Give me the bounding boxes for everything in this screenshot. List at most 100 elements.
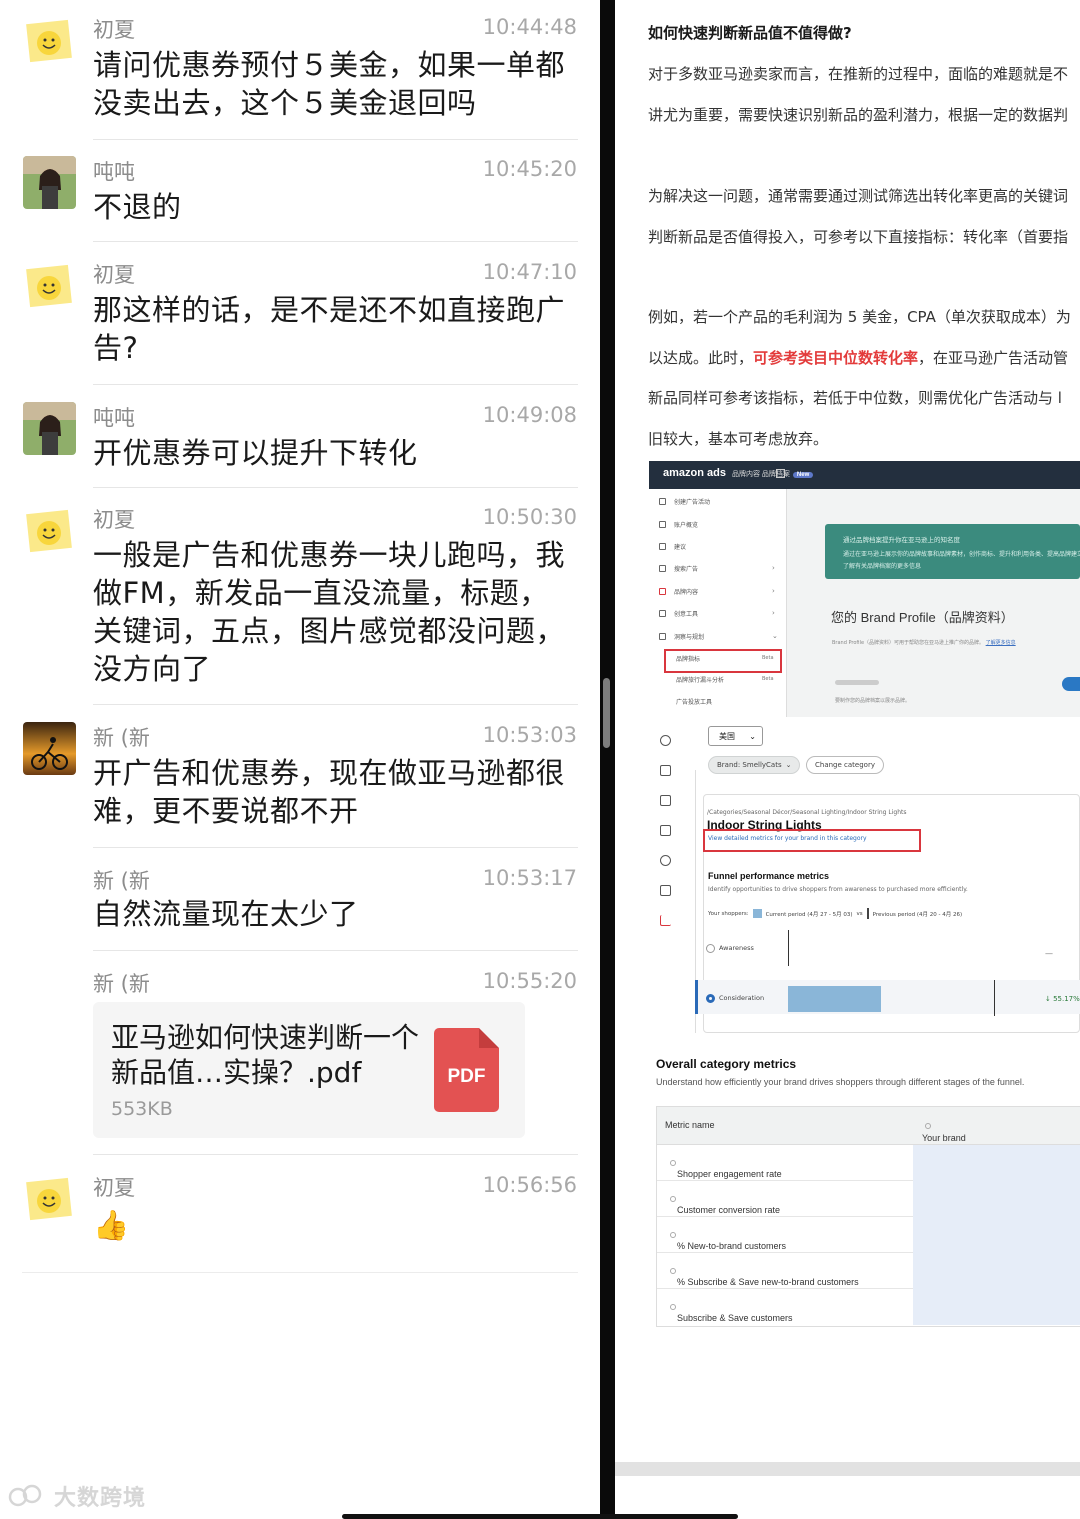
info-icon: [925, 1122, 931, 1129]
watermark-text: 大数跨境: [54, 1486, 147, 1511]
avatar-xin[interactable]: [23, 722, 76, 775]
icon-rail: [649, 718, 683, 1033]
sticky-note-smiley-icon: [23, 1172, 76, 1225]
avatar-chuxia[interactable]: [23, 14, 76, 67]
chat-message[interactable]: 吨吨 10:45:20 不退的: [0, 142, 600, 242]
message-text[interactable]: 自然流量现在太少了: [93, 895, 578, 933]
highlight-box: [664, 649, 782, 673]
overall-metrics-title: Overall category metrics: [656, 1057, 797, 1071]
grid-icon: [660, 795, 671, 806]
sender-name: 初夏: [93, 263, 135, 287]
split-view-handle[interactable]: [603, 678, 610, 748]
sticky-note-smiley-icon: [23, 504, 76, 557]
divider: [93, 847, 578, 848]
avatar-dundun[interactable]: [23, 156, 76, 209]
avatar-dundun[interactable]: [23, 402, 76, 455]
table-row: Customer conversion rate: [657, 1181, 1080, 1217]
chat-message[interactable]: 初夏 10:56:56 👍: [0, 1158, 600, 1268]
amazon-ads-topbar: amazon ads 品牌内容 品牌档案 New: [649, 461, 1080, 489]
avatar-chuxia[interactable]: [23, 259, 76, 312]
message-time: 10:47:10: [482, 260, 577, 284]
thumbs-up-emoji[interactable]: 👍: [93, 1206, 578, 1244]
sender-name: 初夏: [93, 508, 135, 532]
brand-pill: Brand: SmellyCats ⌄: [708, 756, 801, 774]
divider: [93, 1154, 578, 1155]
sticky-note-smiley-icon: [23, 259, 76, 312]
nav-item: 广告投放工具: [676, 698, 713, 706]
card-icon: [660, 825, 671, 836]
nav-item: 账户概览: [659, 518, 698, 530]
info-icon: [670, 1159, 676, 1166]
amazon-ads-sidebar: 创建广告活动 账户概览 建议 搜索广告 › 品牌内容 › 创意工具 › 洞察与规划 ⌄ …: [649, 489, 787, 717]
divider: [22, 1272, 578, 1273]
brand-profile-title: 您的 Brand Profile（品牌资料）: [831, 610, 1014, 625]
split-view-divider[interactable]: [600, 0, 615, 1519]
nav-item: 创意工具 ›: [659, 607, 775, 619]
nav-item: 建议: [659, 540, 686, 552]
sticky-note-smiley-icon: [23, 14, 76, 67]
chart-icon: [660, 915, 671, 926]
pdf-icon: PDF: [434, 1028, 499, 1112]
chat-message[interactable]: 初夏 10:44:48 请问优惠券预付５美金，如果一单都没卖出去，这个５美金退回…: [0, 0, 600, 140]
doc-line: 对于多数亚马逊卖家而言，在推新的过程中，面临的难题就是不: [648, 65, 1069, 83]
nav-item: 品牌内容 ›: [659, 585, 775, 597]
watermark-logo-icon: [8, 1484, 42, 1507]
message-time: 10:49:08: [482, 403, 577, 427]
briefcase-icon: [660, 765, 671, 776]
table-row: Shopper engagement rate: [657, 1145, 1080, 1181]
consideration-change: ↓ 55.17%: [1045, 995, 1080, 1003]
doc-text: 以达成。此时，: [648, 349, 754, 367]
home-indicator[interactable]: [342, 1514, 738, 1519]
chat-message[interactable]: 初夏 10:50:30 一般是广告和优惠券一块儿跑吗，我做FM，新发品一直没流量…: [0, 490, 600, 705]
brand-profile-banner: 通过品牌档案提升你在亚马逊上的知名度 通过在亚马逊上展示你的品牌故事和品牌素材，…: [825, 524, 1080, 579]
avatar-chuxia[interactable]: [23, 504, 76, 557]
home-icon: [776, 469, 785, 478]
new-badge: New: [792, 472, 814, 478]
divider: [93, 950, 578, 951]
col-your-brand: Your brand: [922, 1120, 966, 1143]
chat-message[interactable]: 吨吨 10:49:08 开优惠券可以提升下转化: [0, 388, 600, 488]
chat-message[interactable]: 新 (新 10:55:20 亚马逊如何快速判断一个新品值…实操？.pdf 553…: [0, 954, 600, 1154]
message-time: 10:53:03: [482, 723, 577, 747]
shield-icon: [660, 855, 671, 866]
message-text[interactable]: 那这样的话，是不是还不如直接跑广告?: [93, 291, 578, 367]
message-text[interactable]: 不退的: [93, 188, 578, 226]
cyclist-sunset-icon: [23, 722, 76, 775]
funnel-subtitle: Identify opportunities to drive shoppers…: [708, 886, 968, 893]
file-size: 553KB: [111, 1098, 173, 1120]
info-icon: [670, 1303, 676, 1310]
table-header: Metric name Your brand: [657, 1107, 1080, 1145]
message-text[interactable]: 开广告和优惠券，现在做亚马逊都很难，更不要说都不开: [93, 754, 578, 830]
category-funnel-screenshot: 美国 ⌄ Brand: SmellyCats ⌄ Change category /…: [649, 718, 1080, 1033]
message-time: 10:44:48: [482, 15, 577, 39]
brand-profile-subtitle: Brand Profile（品牌资料）可用于帮助您在亚马逊上推广你的品牌。 了解…: [832, 640, 1016, 646]
message-text[interactable]: 请问优惠券预付５美金，如果一单都没卖出去，这个５美金退回吗: [93, 46, 578, 122]
amazon-ads-logo: amazon ads 品牌内容 品牌档案 New: [663, 467, 814, 479]
overall-metrics-subtitle: Understand how efficiently your brand dr…: [656, 1077, 1025, 1087]
change-category-pill: Change category: [806, 756, 884, 774]
message-text[interactable]: 一般是广告和优惠券一块儿跑吗，我做FM，新发品一直没流量，标题，关键词，五点，图…: [93, 536, 578, 688]
message-time: 10:53:17: [482, 866, 577, 890]
pdf-file-card[interactable]: 亚马逊如何快速判断一个新品值…实操？.pdf 553KB PDF: [93, 1002, 525, 1138]
sender-name: 初夏: [93, 18, 135, 42]
table-row: % New-to-brand customers: [657, 1217, 1080, 1253]
girl-photo-icon: [23, 402, 76, 455]
file-name: 亚马逊如何快速判断一个新品值…实操？.pdf: [111, 1021, 420, 1089]
funnel-legend: Your shoppers: Current period (4月 27 - 5月…: [708, 908, 962, 919]
doc-line: 例如，若一个产品的毛利润为 5 美金，CPA（单次获取成本）为: [648, 308, 1071, 326]
document-pane[interactable]: 如何快速判断新品值不值得做? 对于多数亚马逊卖家而言，在推新的过程中，面临的难题…: [615, 0, 1080, 1519]
table-row: Subscribe & Save customers: [657, 1289, 1080, 1325]
doc-highlight-text: 可参考类目中位数转化率: [753, 349, 919, 367]
watermark: 大数跨境: [8, 1481, 146, 1511]
doc-line: 旧较大，基本可考虑放弃。: [648, 430, 829, 448]
divider: [93, 139, 578, 140]
chat-message[interactable]: 初夏 10:47:10 那这样的话，是不是还不如直接跑广告?: [0, 245, 600, 385]
info-icon: [670, 1195, 676, 1202]
avatar-chuxia[interactable]: [23, 1172, 76, 1225]
category-breadcrumb: /Categories/Seasonal Décor/Seasonal Ligh…: [707, 809, 907, 816]
sender-name: 初夏: [93, 1176, 135, 1200]
message-text[interactable]: 开优惠券可以提升下转化: [93, 434, 578, 472]
chat-message[interactable]: 新 (新 10:53:03 开广告和优惠券，现在做亚马逊都很难，更不要说都不开: [0, 708, 600, 848]
divider: [93, 704, 578, 705]
chat-message[interactable]: 新 (新 10:53:17 自然流量现在太少了: [0, 851, 600, 951]
